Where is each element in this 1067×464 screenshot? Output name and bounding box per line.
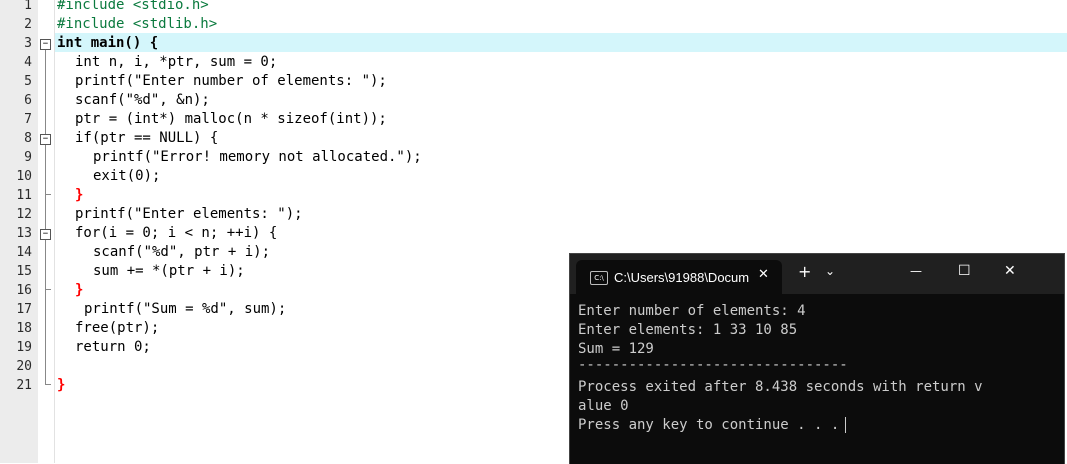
code-line[interactable]: scanf("%d", ptr + i); (93, 243, 270, 262)
close-tab-icon[interactable]: ✕ (758, 267, 769, 282)
code-line[interactable]: #include <stdio.h> (57, 0, 209, 15)
close-window-button[interactable]: ✕ (1004, 263, 1016, 279)
maximize-button[interactable]: ☐ (958, 263, 971, 279)
new-tab-button[interactable]: + (798, 262, 811, 281)
text-cursor (845, 417, 847, 433)
console-prompt-line: Press any key to continue . . . (578, 416, 847, 435)
tab-title: C:\Users\91988\Docum (614, 270, 750, 285)
code-line[interactable]: printf("Error! memory not allocated."); (93, 148, 422, 167)
code-line[interactable]: printf("Enter number of elements: "); (75, 72, 387, 91)
code-line[interactable]: printf("Enter elements: "); (75, 205, 303, 224)
code-line[interactable]: int n, i, *ptr, sum = 0; (75, 53, 277, 72)
console-line: Press any key to continue . . . (578, 417, 840, 433)
line-number: 15 (16, 264, 32, 279)
fold-end (45, 194, 51, 195)
minimize-button[interactable]: — (910, 264, 922, 278)
fold-toggle-main[interactable]: − (40, 39, 51, 50)
code-line[interactable]: int main() { (57, 34, 158, 53)
code-line[interactable]: printf("Sum = %d", sum); (84, 300, 286, 319)
fold-toggle-for[interactable]: − (40, 229, 51, 240)
code-line[interactable]: } (57, 376, 65, 395)
current-line-highlight (55, 33, 1067, 52)
code-line[interactable]: ptr = (int*) malloc(n * sizeof(int)); (75, 110, 387, 129)
terminal-icon: C:\ (590, 271, 608, 285)
line-number: 3 (24, 36, 32, 51)
line-number: 5 (24, 74, 32, 89)
code-line[interactable]: return 0; (75, 338, 151, 357)
code-line[interactable]: #include <stdlib.h> (57, 15, 217, 34)
code-line[interactable]: for(i = 0; i < n; ++i) { (75, 224, 277, 243)
fold-end (45, 289, 51, 290)
line-number: 21 (16, 378, 32, 393)
console-line: alue 0 (578, 398, 629, 414)
line-number: 6 (24, 93, 32, 108)
code-line[interactable]: if(ptr == NULL) { (75, 129, 218, 148)
gutter-divider (54, 0, 55, 463)
line-number: 11 (16, 188, 32, 203)
line-number: 16 (16, 283, 32, 298)
line-number: 9 (24, 150, 32, 165)
console-tab[interactable]: C:\ C:\Users\91988\Docum ✕ (576, 260, 782, 294)
line-number: 17 (16, 302, 32, 317)
console-line: Enter number of elements: 4 (578, 303, 806, 319)
console-line: Enter elements: 1 33 10 85 (578, 322, 798, 338)
line-number: 2 (24, 17, 32, 32)
code-line[interactable]: } (75, 186, 83, 205)
fold-toggle-if[interactable]: − (40, 134, 51, 145)
code-line[interactable]: free(ptr); (75, 319, 159, 338)
line-number: 4 (24, 55, 32, 70)
console-titlebar[interactable]: C:\ C:\Users\91988\Docum ✕ + ⌄ — ☐ ✕ (570, 254, 1064, 294)
line-number: 12 (16, 207, 32, 222)
console-line: Process exited after 8.438 seconds with … (578, 379, 983, 395)
code-line[interactable]: scanf("%d", &n); (75, 91, 210, 110)
fold-guide (45, 50, 46, 384)
line-number: 1 (24, 0, 32, 13)
chevron-down-icon[interactable]: ⌄ (825, 264, 835, 278)
fold-end (45, 384, 51, 385)
console-window[interactable]: C:\ C:\Users\91988\Docum ✕ + ⌄ — ☐ ✕ Ent… (569, 253, 1065, 464)
code-line[interactable]: } (75, 281, 83, 300)
line-number: 14 (16, 245, 32, 260)
line-number: 19 (16, 340, 32, 355)
line-number: 20 (16, 359, 32, 374)
line-number: 8 (24, 131, 32, 146)
console-separator: -------------------------------- (578, 357, 848, 373)
line-number: 18 (16, 321, 32, 336)
line-number: 10 (16, 169, 32, 184)
code-line[interactable]: exit(0); (93, 167, 160, 186)
line-number: 7 (24, 112, 32, 127)
code-line[interactable]: sum += *(ptr + i); (93, 262, 245, 281)
line-number: 13 (16, 226, 32, 241)
